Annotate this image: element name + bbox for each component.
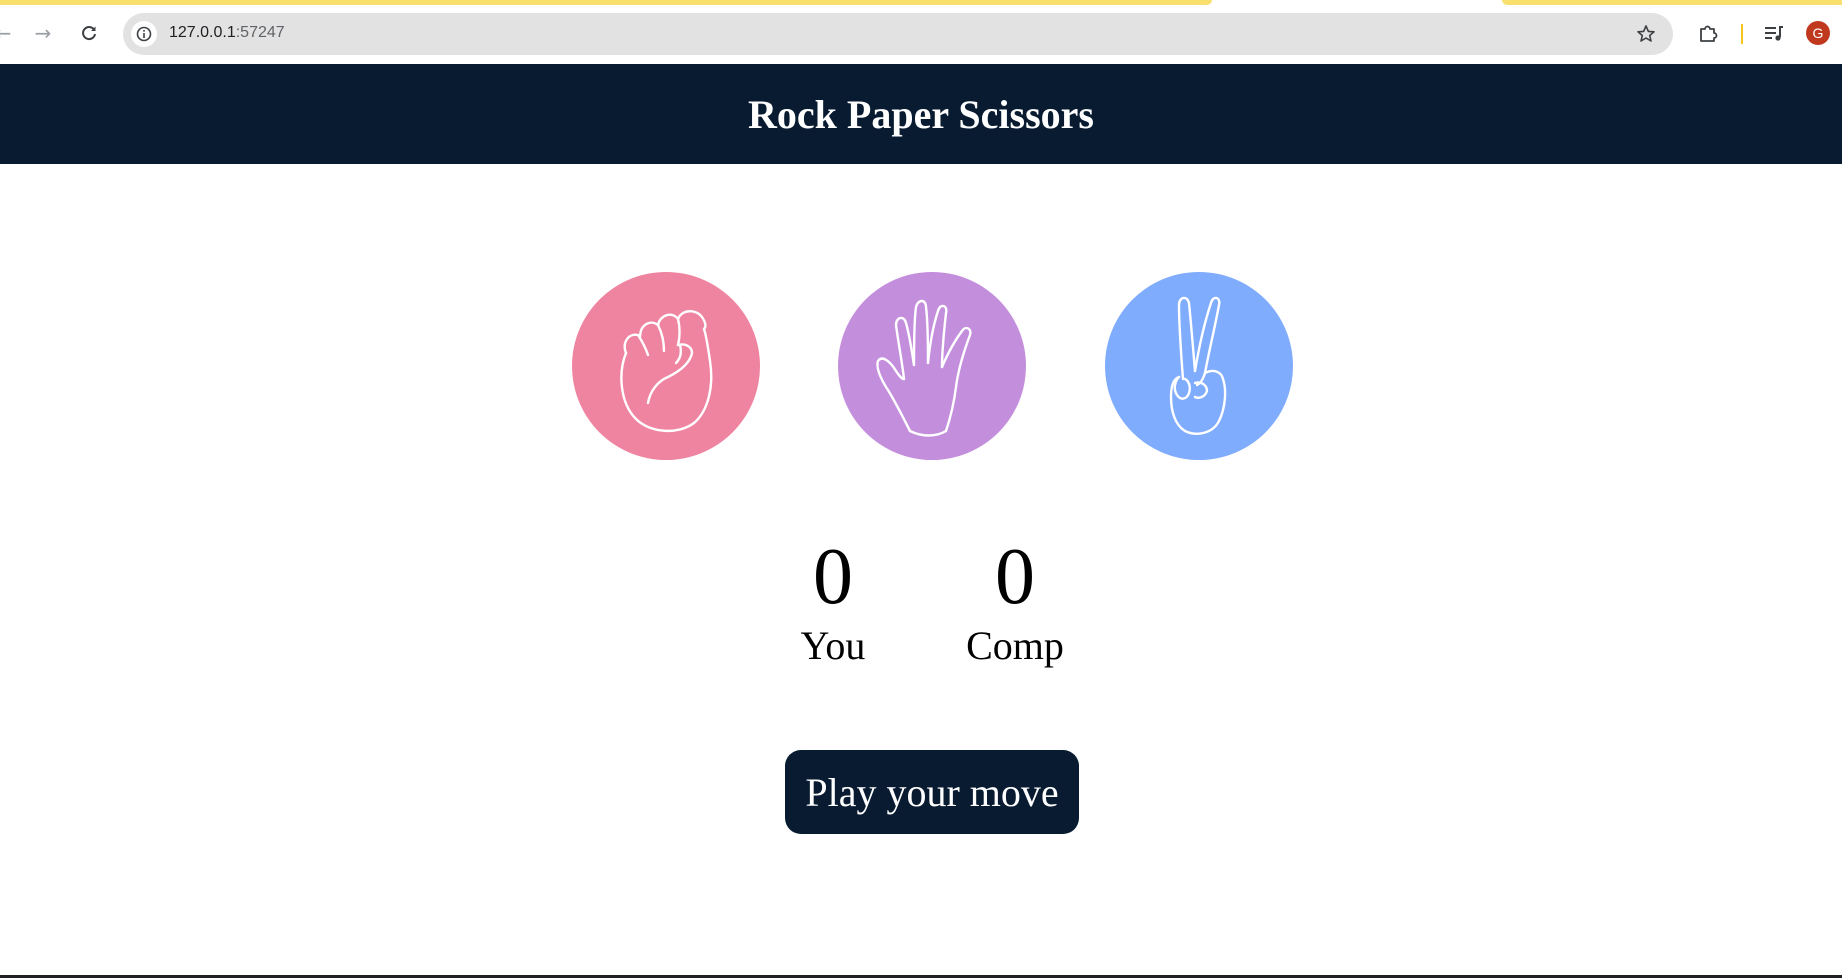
toolbar-divider bbox=[1741, 24, 1743, 44]
profile-avatar[interactable]: G bbox=[1806, 21, 1830, 45]
reload-button[interactable] bbox=[74, 18, 104, 48]
info-icon bbox=[136, 26, 152, 42]
browser-toolbar: ← → 127.0.0.1:57247 G bbox=[0, 0, 1842, 64]
arrow-left-icon: ← bbox=[0, 21, 12, 45]
reload-icon bbox=[82, 26, 96, 41]
play-move-button[interactable]: Play your move bbox=[785, 750, 1079, 834]
bookmark-button[interactable] bbox=[1633, 21, 1659, 47]
site-info-button[interactable] bbox=[131, 21, 157, 47]
fist-icon bbox=[620, 310, 713, 433]
score-comp: 0 Comp bbox=[945, 532, 1085, 670]
paper-choice[interactable] bbox=[838, 272, 1026, 460]
score-comp-label: Comp bbox=[966, 623, 1064, 668]
page-header: Rock Paper Scissors bbox=[0, 64, 1842, 164]
url-text: 127.0.0.1:57247 bbox=[169, 24, 285, 42]
open-hand-icon bbox=[876, 299, 972, 437]
choices-container bbox=[0, 272, 1842, 462]
address-bar[interactable]: 127.0.0.1:57247 bbox=[123, 13, 1673, 55]
back-button[interactable]: ← bbox=[0, 18, 18, 48]
rock-choice[interactable] bbox=[572, 272, 760, 460]
url-port: :57247 bbox=[235, 24, 285, 41]
extensions-button[interactable] bbox=[1694, 19, 1722, 47]
score-comp-value: 0 bbox=[995, 533, 1035, 621]
score-you: 0 You bbox=[763, 532, 903, 670]
scissors-choice[interactable] bbox=[1105, 272, 1293, 460]
forward-button[interactable]: → bbox=[28, 18, 58, 48]
tab-strip-right bbox=[1502, 0, 1842, 5]
score-you-value: 0 bbox=[813, 533, 853, 621]
puzzle-icon bbox=[1700, 25, 1718, 42]
star-icon bbox=[1637, 25, 1655, 42]
score-you-label: You bbox=[800, 623, 866, 668]
url-host: 127.0.0.1 bbox=[169, 24, 236, 41]
page-title: Rock Paper Scissors bbox=[748, 91, 1094, 137]
arrow-right-icon: → bbox=[34, 21, 52, 45]
playlist-icon bbox=[1765, 26, 1783, 41]
tab-strip-left bbox=[0, 0, 1212, 5]
peace-hand-icon bbox=[1169, 296, 1227, 435]
media-controls-button[interactable] bbox=[1760, 19, 1788, 47]
